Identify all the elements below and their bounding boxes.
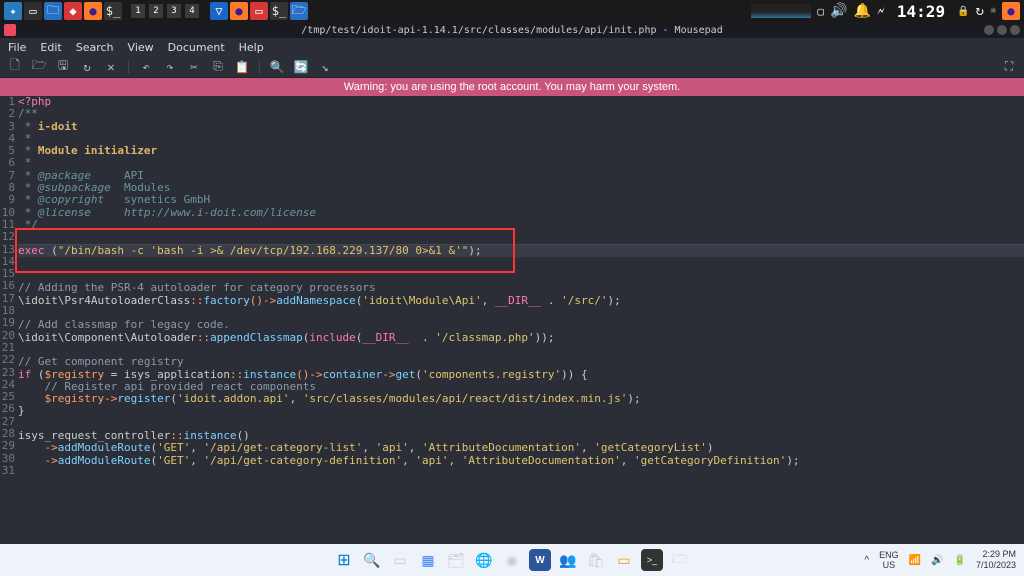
app-icon xyxy=(4,24,16,36)
word-icon[interactable]: W xyxy=(529,549,551,571)
maximize-button[interactable] xyxy=(997,25,1007,35)
window-titlebar: /tmp/test/idoit-api-1.14.1/src/classes/m… xyxy=(0,22,1024,38)
explorer-icon[interactable]: 🗂 xyxy=(445,549,467,571)
menu-document[interactable]: Document xyxy=(168,41,225,54)
folder-open-icon[interactable]: 🗁 xyxy=(290,2,308,20)
close-button[interactable] xyxy=(1010,25,1020,35)
paste-icon[interactable]: 📋 xyxy=(235,60,249,74)
menu-edit[interactable]: Edit xyxy=(40,41,61,54)
wifi-icon[interactable]: 📶 xyxy=(909,555,921,566)
terminal-win-icon[interactable]: >_ xyxy=(641,549,663,571)
cut-icon[interactable]: ✂ xyxy=(187,60,201,74)
wireshark-icon[interactable]: ▽ xyxy=(210,2,228,20)
search-icon[interactable]: 🔍 xyxy=(361,549,383,571)
copy-icon[interactable]: ⎘ xyxy=(211,60,225,74)
new-file-icon[interactable]: 🗋 xyxy=(8,60,22,74)
file-manager-icon[interactable]: ▭ xyxy=(24,2,42,20)
open-file-icon[interactable]: 🗁 xyxy=(32,60,46,74)
warning-bar: Warning: you are using the root account.… xyxy=(0,78,1024,96)
power-icon[interactable]: ↻ xyxy=(976,3,984,19)
volume-icon[interactable]: 🔊 xyxy=(830,3,847,19)
teams-icon[interactable]: 👥 xyxy=(557,549,579,571)
editor-icon[interactable]: ▭ xyxy=(250,2,268,20)
firefox-icon-2[interactable]: ● xyxy=(230,2,248,20)
clock[interactable]: 14:29 xyxy=(897,2,945,21)
goto-icon[interactable]: ↘ xyxy=(318,60,332,74)
workspace-3[interactable]: 3 xyxy=(167,4,181,18)
widgets-icon[interactable]: ▦ xyxy=(417,549,439,571)
folder-icon[interactable]: 🗀 xyxy=(44,2,62,20)
taskview-icon[interactable]: ▭ xyxy=(389,549,411,571)
menubar: File Edit Search View Document Help xyxy=(0,38,1024,56)
save-icon[interactable]: 🖫 xyxy=(56,60,70,74)
editor[interactable]: 12345678910 11121314151617181920 2122232… xyxy=(0,96,1024,479)
firefox-icon[interactable]: ● xyxy=(84,2,102,20)
battery-win-icon[interactable]: 🔋 xyxy=(954,555,966,566)
workspace-2[interactable]: 2 xyxy=(149,4,163,18)
chrome-icon[interactable]: ◉ xyxy=(501,549,523,571)
fullscreen-icon[interactable]: ⛶ xyxy=(1002,60,1016,74)
undo-icon[interactable]: ↶ xyxy=(139,60,153,74)
workspace-1[interactable]: 1 xyxy=(131,4,145,18)
folder-win-icon[interactable]: 🗁 xyxy=(669,549,691,571)
linux-taskbar: ✦ ▭ 🗀 ◆ ● $_ 1 2 3 4 ▽ ● ▭ $_ 🗁 ▢ 🔊 🔔 🗲 … xyxy=(0,0,1024,22)
tray-chevron-icon[interactable]: ^ xyxy=(864,555,869,566)
line-gutter: 12345678910 11121314151617181920 2122232… xyxy=(0,96,18,479)
separator xyxy=(259,60,260,74)
close-file-icon[interactable]: ✕ xyxy=(104,60,118,74)
menu-file[interactable]: File xyxy=(8,41,26,54)
vm-icon[interactable]: ▭ xyxy=(613,549,635,571)
reload-icon[interactable]: ↻ xyxy=(80,60,94,74)
menu-help[interactable]: Help xyxy=(239,41,264,54)
battery-icon[interactable]: 🗲 xyxy=(877,4,885,19)
redo-icon[interactable]: ↷ xyxy=(163,60,177,74)
start-icon[interactable]: ⊞ xyxy=(333,549,355,571)
language-primary[interactable]: ENG xyxy=(879,550,899,560)
firefox-icon-3[interactable]: ● xyxy=(1002,2,1020,20)
volume-win-icon[interactable]: 🔊 xyxy=(931,555,943,566)
lock-icon[interactable]: 🔒 xyxy=(957,6,969,17)
windows-taskbar: ⊞ 🔍 ▭ ▦ 🗂 🌐 ◉ W 👥 🛍 ▭ >_ 🗁 ^ ENG US 📶 🔊 … xyxy=(0,544,1024,576)
toolbar: 🗋 🗁 🖫 ↻ ✕ ↶ ↷ ✂ ⎘ 📋 🔍 🔄 ↘ ⛶ xyxy=(0,56,1024,78)
workspace-4[interactable]: 4 xyxy=(185,4,199,18)
notification-icon[interactable]: 🔔 xyxy=(853,3,870,19)
appstore-icon[interactable]: 🛍 xyxy=(585,549,607,571)
language-secondary: US xyxy=(879,560,899,570)
terminal-icon-2[interactable]: $_ xyxy=(270,2,288,20)
separator xyxy=(128,60,129,74)
menu-search[interactable]: Search xyxy=(76,41,114,54)
highlight-box xyxy=(15,228,515,273)
window-title: /tmp/test/idoit-api-1.14.1/src/classes/m… xyxy=(301,25,722,36)
cpu-graph xyxy=(751,4,811,18)
dragon-logo-icon[interactable]: ✦ xyxy=(4,2,22,20)
red-shield-icon[interactable]: ◆ xyxy=(64,2,82,20)
code-area[interactable]: <?php /** * i-doit * * Module initialize… xyxy=(18,96,1024,479)
stop-icon[interactable]: ▢ xyxy=(817,5,824,18)
edge-icon[interactable]: 🌐 xyxy=(473,549,495,571)
brightness-icon[interactable]: ☼ xyxy=(990,6,996,17)
replace-icon[interactable]: 🔄 xyxy=(294,60,308,74)
menu-view[interactable]: View xyxy=(128,41,154,54)
warning-text: Warning: you are using the root account.… xyxy=(344,81,680,93)
search-icon[interactable]: 🔍 xyxy=(270,60,284,74)
terminal-icon[interactable]: $_ xyxy=(104,2,122,20)
clock-win[interactable]: 2:29 PM 7/10/2023 xyxy=(976,549,1016,571)
minimize-button[interactable] xyxy=(984,25,994,35)
